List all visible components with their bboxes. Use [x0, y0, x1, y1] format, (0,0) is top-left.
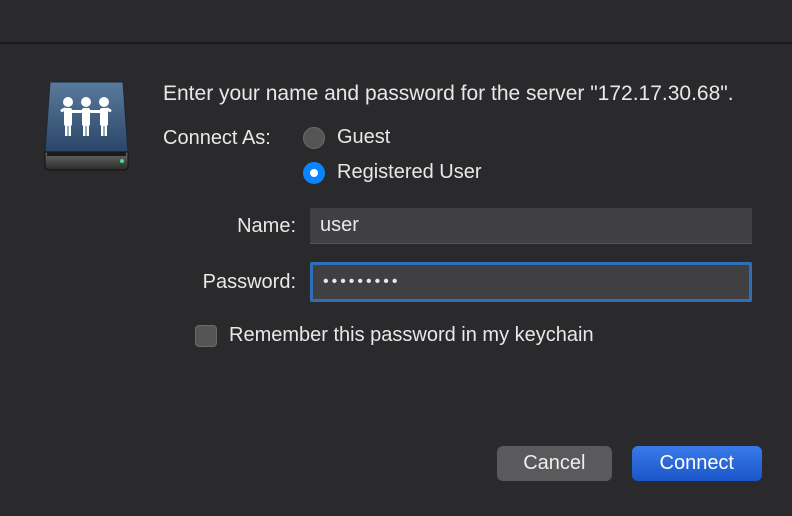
remember-checkbox[interactable] — [195, 325, 217, 347]
network-share-icon — [40, 80, 133, 173]
name-label: Name: — [40, 215, 310, 238]
remember-checkbox-label[interactable]: Remember this password in my keychain — [229, 324, 594, 347]
cancel-button[interactable]: Cancel — [497, 446, 611, 481]
radio-registered-label: Registered User — [337, 161, 482, 184]
auth-dialog: Enter your name and password for the ser… — [40, 80, 752, 347]
connect-button[interactable]: Connect — [632, 446, 763, 481]
radio-guest[interactable]: Guest — [303, 126, 482, 149]
connect-as-radio-group: Guest Registered User — [303, 126, 482, 184]
prompt-text: Enter your name and password for the ser… — [163, 80, 752, 108]
connect-as-label: Connect As: — [163, 126, 303, 150]
radio-guest-label: Guest — [337, 126, 390, 149]
radio-registered-indicator — [303, 162, 325, 184]
password-label: Password: — [40, 271, 310, 294]
radio-registered-user[interactable]: Registered User — [303, 161, 482, 184]
password-input[interactable] — [313, 265, 749, 299]
radio-guest-indicator — [303, 127, 325, 149]
name-input[interactable] — [310, 208, 752, 244]
header-divider — [0, 42, 792, 44]
button-row: Cancel Connect — [497, 446, 762, 481]
